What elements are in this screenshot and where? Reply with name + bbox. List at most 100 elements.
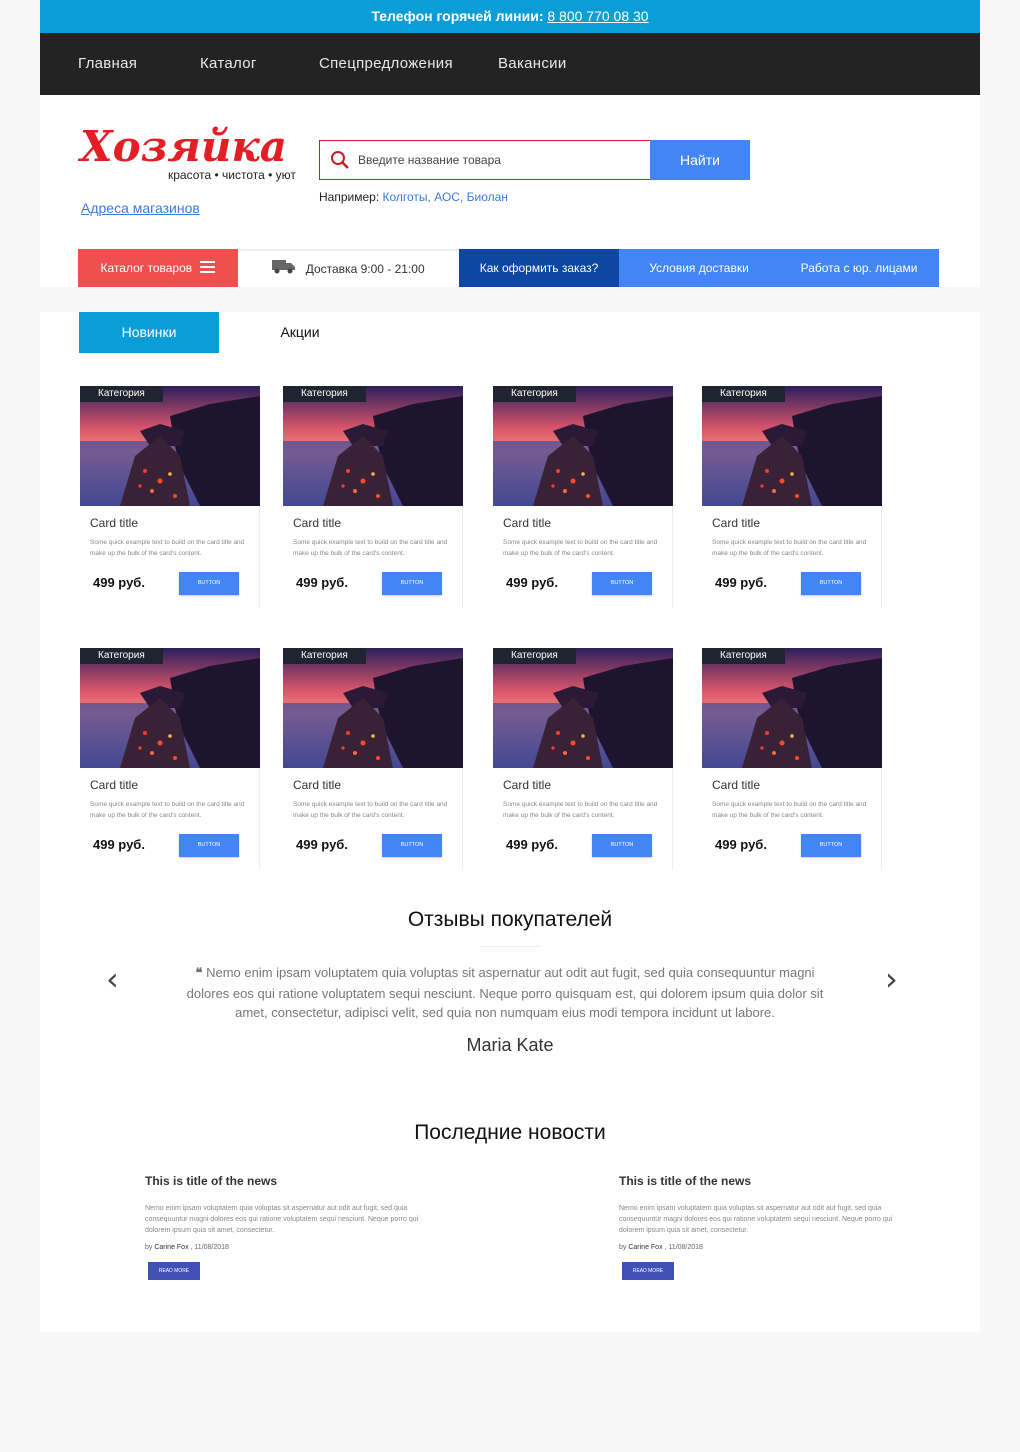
read-more-button[interactable]: READ MORE <box>622 1262 674 1280</box>
news-item-text: Nemo enim ipsam voluptatem quia voluptas… <box>619 1205 893 1234</box>
card-text: Some quick example text to build on the … <box>503 539 658 557</box>
review-body: Nemo enim ipsam voluptatem quia voluptas… <box>186 965 824 1020</box>
category-badge: Категория <box>702 648 785 664</box>
how-to-order-button[interactable]: Как оформить заказ? <box>459 249 619 287</box>
news-item-date: 11/08/2018 <box>668 1244 703 1251</box>
logo-image: Хозяйка красота • чистота • уют <box>77 122 296 182</box>
product-card[interactable]: Категория Card title Some quick example te… <box>702 386 882 608</box>
card-title: Card title <box>712 516 761 530</box>
read-more-button[interactable]: READ MORE <box>148 1262 200 1280</box>
card-text: Some quick example text to build on the … <box>503 801 658 819</box>
card-button[interactable]: BUTTON <box>179 834 239 857</box>
product-card[interactable]: Категория Card title Some quick example te… <box>493 648 673 870</box>
product-image[interactable] <box>283 648 463 768</box>
card-button[interactable]: BUTTON <box>801 572 861 595</box>
product-image[interactable] <box>80 648 260 768</box>
search-input[interactable] <box>358 150 638 170</box>
hotline-bar: Телефон горячей линии: 8 800 770 08 30 <box>40 0 980 33</box>
card-text: Some quick example text to build on the … <box>712 539 867 557</box>
delivery-hours-label: Доставка 9:00 - 21:00 <box>305 262 425 276</box>
hotline-phone-link[interactable]: 8 800 770 08 30 <box>547 8 648 24</box>
nav-item-offers[interactable]: Спецпредложения <box>319 33 453 95</box>
review-author: Maria Kate <box>466 1035 554 1055</box>
logo[interactable]: Хозяйка красота • чистота • уют <box>77 119 300 185</box>
chevron-left-icon[interactable]: ‹ <box>106 960 119 998</box>
tab-new[interactable]: Новинки <box>79 312 219 353</box>
card-text: Some quick example text to build on the … <box>90 801 245 819</box>
legal-entities-button[interactable]: Работа с юр. лицами <box>779 249 939 287</box>
product-card[interactable]: Категория Card title Some quick example te… <box>80 648 260 870</box>
product-card[interactable]: Категория Card title Some quick example te… <box>283 648 463 870</box>
card-price: 499 руб. <box>296 837 348 852</box>
card-price: 499 руб. <box>506 575 558 590</box>
card-button[interactable]: BUTTON <box>382 834 442 857</box>
card-price: 499 руб. <box>93 575 145 590</box>
reviews-title: Отзывы покупателей <box>407 908 613 931</box>
card-button[interactable]: BUTTON <box>179 572 239 595</box>
nav-item-home[interactable]: Главная <box>78 33 137 95</box>
nav-item-vacancies[interactable]: Вакансии <box>498 33 567 95</box>
news-title: Последние новости <box>414 1121 606 1144</box>
nav-item-catalog[interactable]: Каталог <box>200 33 257 95</box>
card-title: Card title <box>503 778 552 792</box>
news-item-meta: by Carine Fox , 11/08/2018 <box>619 1244 703 1251</box>
card-text: Some quick example text to build on the … <box>293 539 448 557</box>
chevron-right-icon[interactable]: › <box>885 960 898 998</box>
main-nav: Главная Каталог Спецпредложения Вакансии <box>40 33 980 95</box>
catalog-menu-button[interactable]: Каталог товаров <box>78 249 238 287</box>
sub-nav: Каталог товаров Доставка 9:00 - 21:00 Ка… <box>78 249 939 287</box>
card-title: Card title <box>90 516 139 530</box>
svg-text:красота • чистота • уют: красота • чистота • уют <box>168 168 296 182</box>
svg-text:Хозяйка: Хозяйка <box>78 122 287 171</box>
example-links[interactable]: Колготы, АОС, Биолан <box>383 190 508 204</box>
delivery-terms-button[interactable]: Условия доставки <box>619 249 779 287</box>
product-image[interactable] <box>493 648 673 768</box>
product-card[interactable]: Категория Card title Some quick example te… <box>80 386 260 608</box>
news-item: This is title of the news Nemo enim ipsa… <box>619 1174 919 1280</box>
card-title: Card title <box>503 516 552 530</box>
product-card[interactable]: Категория Card title Some quick example te… <box>702 648 882 870</box>
news-item-title[interactable]: This is title of the news <box>145 1174 445 1188</box>
category-badge: Категория <box>283 386 366 402</box>
card-button[interactable]: BUTTON <box>592 572 652 595</box>
menu-icon <box>200 250 216 288</box>
news-item-title[interactable]: This is title of the news <box>619 1174 919 1188</box>
card-text: Some quick example text to build on the … <box>712 801 867 819</box>
category-badge: Категория <box>283 648 366 664</box>
truck-icon <box>272 252 296 288</box>
product-image[interactable] <box>493 386 673 506</box>
product-image[interactable] <box>80 386 260 506</box>
product-image[interactable] <box>702 386 882 506</box>
category-badge: Категория <box>493 386 576 402</box>
card-price: 499 руб. <box>93 837 145 852</box>
card-button[interactable]: BUTTON <box>382 572 442 595</box>
search-button[interactable]: Найти <box>650 140 750 180</box>
search-box <box>319 140 651 180</box>
card-title: Card title <box>293 778 342 792</box>
product-image[interactable] <box>702 648 882 768</box>
news-item-author: Carine Fox <box>154 1244 189 1251</box>
product-card[interactable]: Категория Card title Some quick example te… <box>493 386 673 608</box>
main-content: Новинки Акции Категория Card title Some qu… <box>40 312 980 1332</box>
product-image[interactable] <box>283 386 463 506</box>
delivery-hours: Доставка 9:00 - 21:00 <box>238 249 459 287</box>
tab-promotions[interactable]: Акции <box>220 312 380 353</box>
card-title: Card title <box>293 516 342 530</box>
card-price: 499 руб. <box>715 575 767 590</box>
news-item-date: 11/08/2018 <box>194 1244 229 1251</box>
product-card[interactable]: Категория Card title Some quick example te… <box>283 386 463 608</box>
category-badge: Категория <box>493 648 576 664</box>
card-button[interactable]: BUTTON <box>801 834 861 857</box>
example-label: Например: <box>319 190 380 204</box>
card-button[interactable]: BUTTON <box>592 834 652 857</box>
store-addresses-link[interactable]: Адреса магазинов <box>81 200 200 216</box>
search-example: Например: Колготы, АОС, Биолан <box>319 190 508 204</box>
news-item-meta: by Carine Fox , 11/08/2018 <box>145 1244 229 1251</box>
card-title: Card title <box>712 778 761 792</box>
reviews-divider <box>480 946 540 947</box>
catalog-menu-label: Каталог товаров <box>100 261 193 275</box>
card-price: 499 руб. <box>506 837 558 852</box>
card-text: Some quick example text to build on the … <box>90 539 245 557</box>
category-badge: Категория <box>80 386 163 402</box>
card-title: Card title <box>90 778 139 792</box>
